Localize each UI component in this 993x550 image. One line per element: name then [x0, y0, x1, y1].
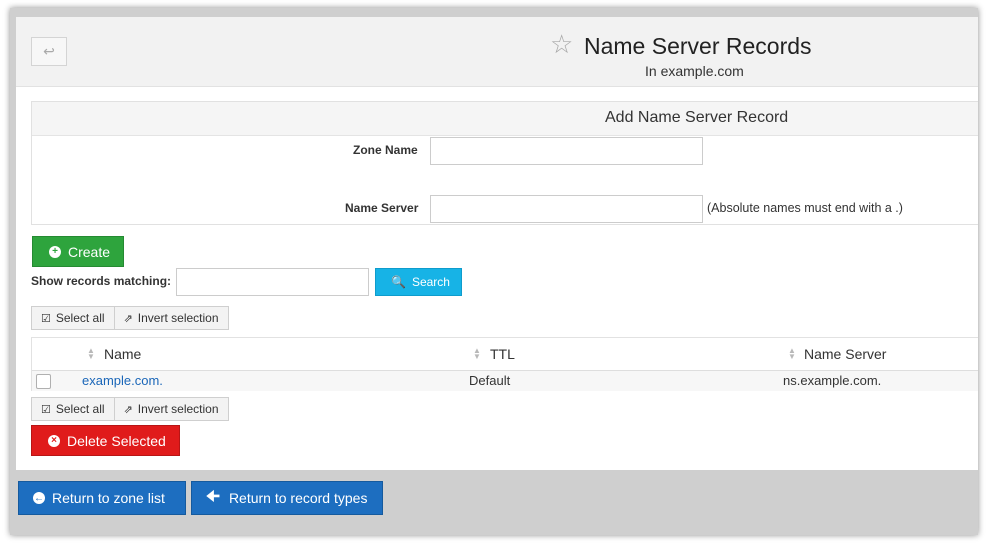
- times-circle-icon: ×: [48, 434, 60, 447]
- column-header-name[interactable]: Name: [104, 346, 141, 362]
- delete-selected-button[interactable]: × Delete Selected: [31, 425, 180, 456]
- return-arrow-icon: ↩: [43, 43, 55, 59]
- return-to-zone-list-label: Return to zone list: [52, 490, 165, 506]
- selection-toolbar-bottom: ☑ Select all ⇗ Invert selection: [31, 397, 229, 421]
- column-header-ttl[interactable]: TTL: [490, 346, 515, 362]
- sort-icon[interactable]: ▲ ▼: [473, 347, 481, 361]
- search-label: Show records matching:: [31, 274, 172, 288]
- add-record-form: Add Name Server Record Zone Name Name Se…: [31, 101, 978, 225]
- name-server-field[interactable]: [430, 195, 703, 223]
- select-all-label: Select all: [55, 311, 105, 325]
- delete-selected-label: Delete Selected: [67, 432, 166, 449]
- invert-selection-label: Invert selection: [137, 311, 219, 325]
- return-to-record-types-label: Return to record types: [228, 490, 368, 506]
- check-square-icon: ☑: [41, 403, 51, 416]
- main-panel: ↩ ☆ Name Server Records In example.com A…: [16, 17, 978, 470]
- search-input[interactable]: [176, 268, 369, 296]
- page-title: Name Server Records: [584, 33, 812, 59]
- page-subtitle: In example.com: [645, 63, 744, 79]
- table-row: example.com. Default ns.example.com.: [32, 371, 978, 391]
- plus-circle-icon: +: [49, 245, 61, 258]
- records-table: ▲ ▼ Name ▲ ▼ TTL ▲ ▼ Name Server example.co…: [31, 337, 978, 391]
- column-header-name-server[interactable]: Name Server: [804, 346, 886, 362]
- name-server-hint: (Absolute names must end with a .): [707, 201, 903, 215]
- check-square-icon: ☑: [41, 312, 51, 325]
- share-square-icon: ⇗: [123, 403, 133, 416]
- invert-selection-label: Invert selection: [137, 402, 219, 416]
- page-header: ↩ ☆ Name Server Records In example.com: [16, 17, 978, 87]
- create-button-label: Create: [68, 243, 111, 260]
- select-all-button[interactable]: ☑ Select all: [32, 398, 114, 420]
- back-button[interactable]: ↩: [31, 37, 67, 66]
- invert-selection-button[interactable]: ⇗ Invert selection: [113, 307, 228, 329]
- share-square-icon: ⇗: [123, 312, 133, 325]
- search-button-label: Search: [411, 275, 450, 289]
- return-to-zone-list-button[interactable]: ← Return to zone list: [18, 481, 186, 515]
- selection-toolbar-top: ☑ Select all ⇗ Invert selection: [31, 306, 229, 330]
- row-checkbox[interactable]: [36, 374, 51, 389]
- select-all-label: Select all: [55, 402, 105, 416]
- sort-icon[interactable]: ▲ ▼: [87, 347, 95, 361]
- search-button[interactable]: 🔍 Search: [375, 268, 462, 296]
- invert-selection-button[interactable]: ⇗ Invert selection: [113, 398, 228, 420]
- zone-name-label: Zone Name: [353, 143, 418, 157]
- return-to-record-types-button[interactable]: 🠈 Return to record types: [191, 481, 383, 515]
- create-button[interactable]: + Create: [32, 236, 124, 267]
- record-ttl: Default: [469, 373, 511, 388]
- arrow-left-icon: 🠈: [206, 487, 220, 505]
- zone-name-field[interactable]: [430, 137, 703, 165]
- sort-icon[interactable]: ▲ ▼: [788, 347, 796, 361]
- record-name-link[interactable]: example.com.: [82, 373, 163, 388]
- name-server-label: Name Server: [345, 201, 419, 215]
- form-header: Add Name Server Record: [32, 102, 978, 136]
- form-title: Add Name Server Record: [605, 109, 789, 126]
- select-all-button[interactable]: ☑ Select all: [32, 307, 114, 329]
- record-name-server: ns.example.com.: [783, 373, 882, 388]
- search-icon: 🔍: [391, 275, 406, 289]
- table-header: ▲ ▼ Name ▲ ▼ TTL ▲ ▼ Name Server: [32, 338, 978, 371]
- arrow-circle-left-icon: ←: [33, 492, 45, 504]
- star-outline-icon[interactable]: ☆: [550, 31, 573, 57]
